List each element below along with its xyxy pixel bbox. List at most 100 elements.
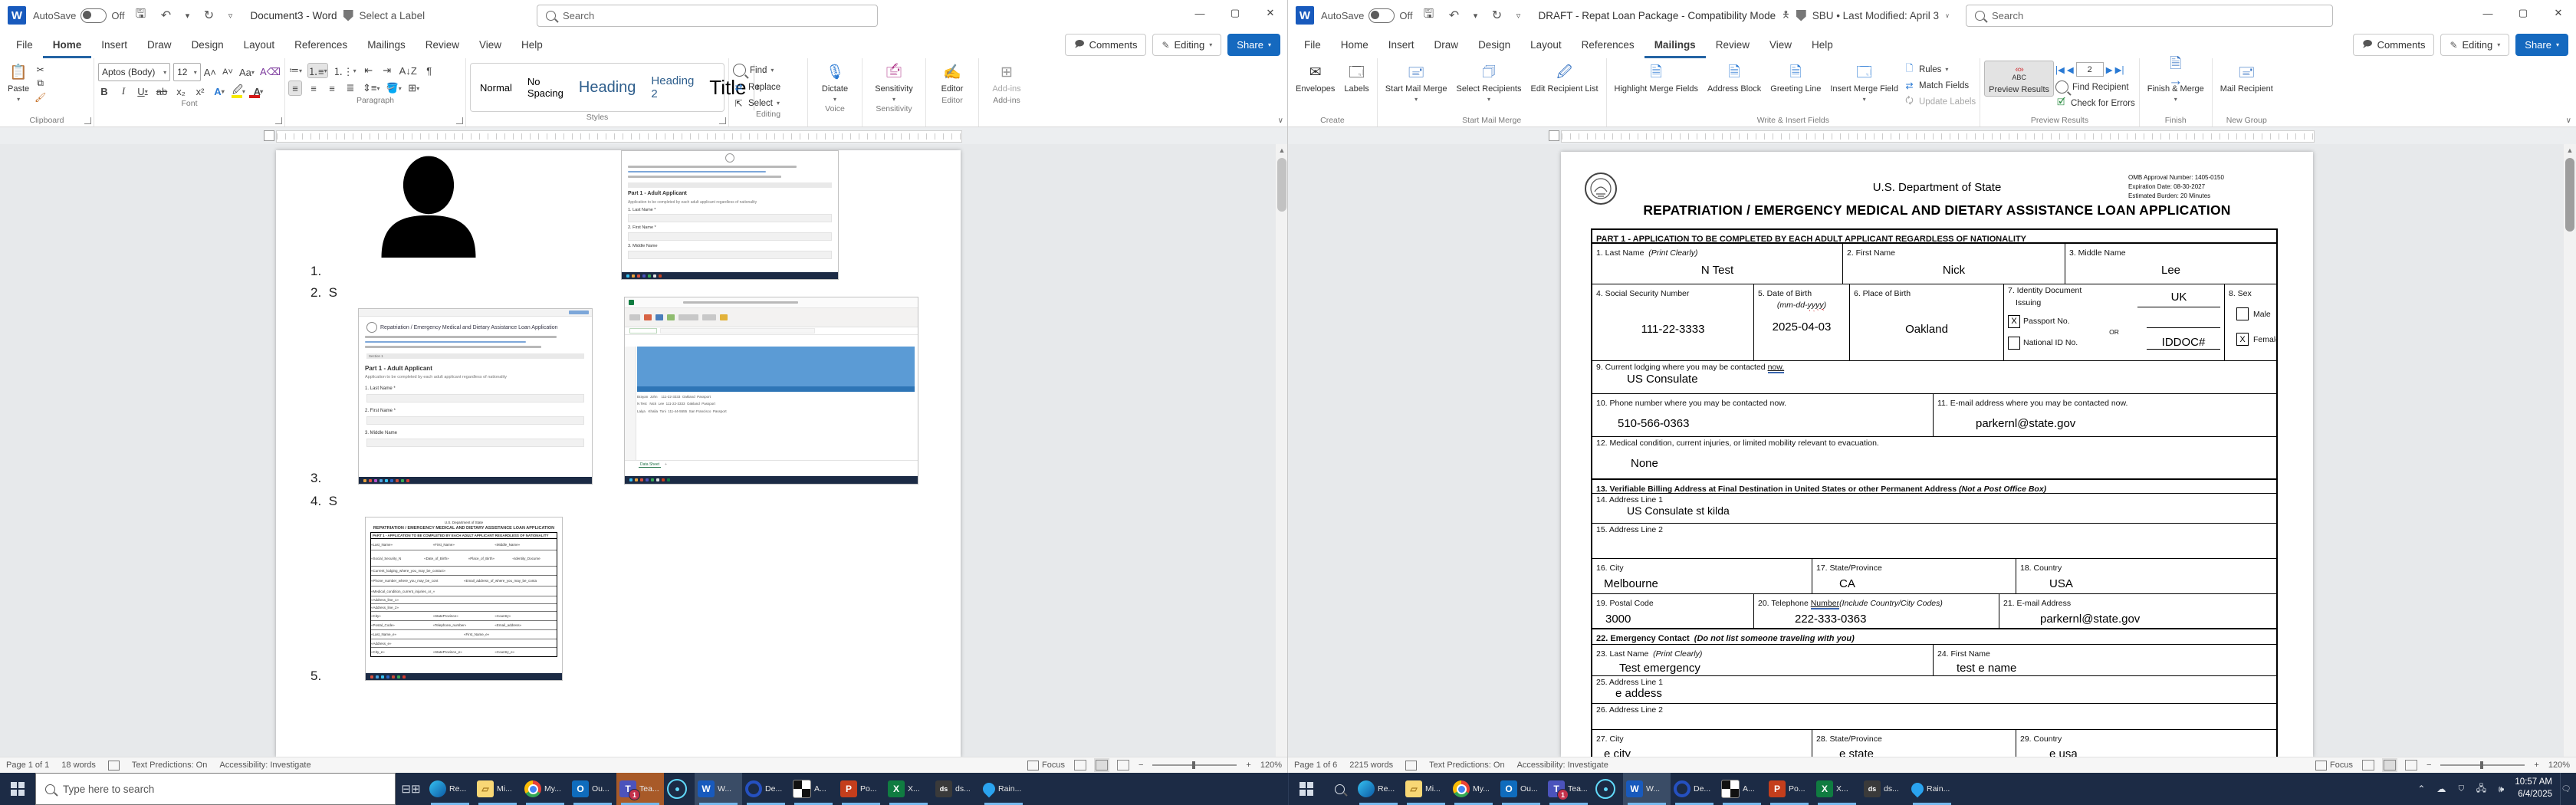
replace-button[interactable]: ⇄Replace — [733, 81, 803, 93]
tab-home[interactable]: Home — [43, 31, 92, 58]
match-fields-button[interactable]: ⇄Match Fields — [1904, 80, 1976, 91]
style-no-spacing[interactable]: No Spacing — [520, 74, 571, 100]
read-mode-icon[interactable] — [1074, 760, 1086, 770]
minimize-button[interactable]: — — [1182, 0, 1217, 26]
field-emergency-address2[interactable]: 26. Address Line 2 — [1592, 703, 2276, 729]
read-mode-icon[interactable] — [2362, 760, 2374, 770]
clear-formatting-icon[interactable]: A⌫ — [260, 65, 281, 79]
taskbar-outlook[interactable]: OOu... — [569, 773, 616, 805]
comments-button[interactable]: 🗩Comments — [1065, 34, 1146, 56]
task-view-icon[interactable]: ⊟⊞ — [396, 773, 426, 805]
redo-icon[interactable]: ↻ — [199, 8, 218, 23]
field-current-lodging[interactable]: 9. Current lodging where you may be cont… — [1592, 360, 2276, 393]
taskbar-powerpoint[interactable]: PPo... — [837, 773, 885, 805]
bullets-button[interactable]: ≔▾ — [289, 64, 302, 77]
dictate-button[interactable]: 🎙 Dictate▾ — [812, 61, 858, 104]
update-labels-button[interactable]: 🗘Update Labels — [1904, 96, 1976, 107]
style-normal[interactable]: Normal — [472, 80, 520, 95]
action-center-icon[interactable]: 🗨 — [2560, 773, 2571, 805]
taskbar-react[interactable] — [664, 773, 695, 805]
document-page[interactable]: Part 1 - Adult Applicant Application to … — [276, 150, 961, 757]
clipboard-dialog-launcher-icon[interactable] — [84, 117, 91, 124]
forms-screenshot-image[interactable]: Repatriation / Emergency Medical and Die… — [358, 308, 593, 485]
taskbar-excel[interactable]: XX... — [885, 773, 932, 805]
shrink-font-icon[interactable]: A˅ — [222, 65, 234, 79]
taskbar-ds-app[interactable]: dsds... — [932, 773, 980, 805]
horizontal-ruler[interactable] — [0, 127, 1288, 145]
editing-mode-button[interactable]: ✎Editing▾ — [1152, 34, 1221, 56]
tab-help[interactable]: Help — [1802, 31, 1843, 58]
record-number-input[interactable]: 2 — [2076, 62, 2104, 77]
styles-dialog-launcher-icon[interactable] — [719, 117, 726, 124]
line-spacing-button[interactable]: ⇕≡▾ — [363, 81, 380, 95]
scroll-up-icon[interactable]: ▲ — [1276, 144, 1288, 156]
word-count[interactable]: 18 words — [61, 761, 96, 770]
rules-button[interactable]: 🗋Rules▾ — [1904, 64, 1976, 75]
taskbar-edge[interactable]: Re... — [426, 773, 474, 805]
taskbar-teams-2[interactable]: T1Tea... — [1545, 773, 1592, 805]
tab-references[interactable]: References — [284, 31, 357, 58]
field-dob[interactable]: 5. Date of Birth (mm-dd-yyyy) 2025-04-03 — [1753, 284, 1849, 360]
taskbar-flag-app[interactable]: A... — [790, 773, 837, 805]
accessibility-status[interactable]: Accessibility: Investigate — [1517, 761, 1608, 770]
onedrive-cloud-icon[interactable]: ☁ — [2435, 784, 2447, 794]
start-button[interactable] — [0, 773, 35, 805]
taskbar-rainmeter-2[interactable]: Rain... — [1908, 773, 1956, 805]
accessibility-status[interactable]: Accessibility: Investigate — [219, 761, 310, 770]
tab-layout[interactable]: Layout — [234, 31, 285, 58]
font-size-select[interactable]: 12▾ — [173, 63, 201, 81]
align-center-button[interactable]: ≡ — [307, 81, 320, 95]
scrollbar-thumb[interactable] — [1277, 158, 1286, 212]
taskbar-react-2[interactable] — [1592, 773, 1623, 805]
taskbar-word-2[interactable]: WW... — [1623, 773, 1671, 805]
tab-mailings[interactable]: Mailings — [357, 31, 416, 58]
tab-design[interactable]: Design — [182, 31, 234, 58]
zoom-slider[interactable] — [1152, 764, 1237, 766]
first-record-icon[interactable]: |◀ — [2055, 64, 2065, 75]
text-predictions[interactable]: Text Predictions: On — [132, 761, 207, 770]
text-predictions[interactable]: Text Predictions: On — [1429, 761, 1504, 770]
address-block-button[interactable]: 🗎Address Block — [1704, 61, 1765, 95]
share-button[interactable]: Share▾ — [2515, 34, 2568, 56]
taskbar-word[interactable]: WW... — [695, 773, 742, 805]
taskbar-docker[interactable]: De... — [742, 773, 790, 805]
envelopes-button[interactable]: ✉Envelopes — [1292, 61, 1339, 95]
taskbar-docker-2[interactable]: De... — [1671, 773, 1718, 805]
field-last-name[interactable]: 1. Last Name (Print Clearly) N Test — [1592, 244, 1842, 284]
strikethrough-button[interactable]: ab — [156, 84, 168, 98]
previous-record-icon[interactable]: ◀ — [2067, 64, 2074, 75]
superscript-button[interactable]: x² — [194, 84, 206, 98]
horizontal-ruler[interactable] — [1288, 127, 2576, 145]
field-address1[interactable]: 14. Address Line 1 US Consulate st kilda — [1592, 494, 2276, 523]
autosave-toggle[interactable]: AutoSave Off — [1321, 8, 1412, 23]
autosave-toggle[interactable]: AutoSave Off — [33, 8, 124, 23]
tab-view[interactable]: View — [469, 31, 511, 58]
proofing-icon[interactable] — [1405, 761, 1417, 770]
select-label-button[interactable]: Select a Label — [360, 10, 426, 21]
focus-button[interactable]: Focus — [1027, 761, 1065, 770]
text-effects-icon[interactable]: A▾ — [213, 84, 225, 98]
minimize-button[interactable]: — — [2470, 0, 2505, 26]
subscript-button[interactable]: x₂ — [175, 84, 187, 98]
field-emergency-address1[interactable]: 25. Address Line 1 e addess — [1592, 675, 2276, 703]
font-name-select[interactable]: Aptos (Body)▾ — [98, 63, 170, 81]
greeting-line-button[interactable]: 🗎Greeting Line — [1766, 61, 1825, 95]
undo-icon[interactable]: ↶ — [1444, 8, 1463, 23]
proofing-icon[interactable] — [108, 761, 120, 770]
zoom-in-icon[interactable]: + — [2534, 761, 2538, 770]
taskbar-search-icon-2[interactable] — [1324, 773, 1355, 805]
tab-review[interactable]: Review — [1706, 31, 1760, 58]
last-record-icon[interactable]: ▶| — [2115, 64, 2124, 75]
font-dialog-launcher-icon[interactable] — [275, 117, 282, 124]
grow-font-icon[interactable]: A˄ — [204, 65, 216, 79]
numbering-button[interactable]: ⒈≡▾ — [308, 64, 327, 77]
borders-button[interactable]: ⊞▾ — [408, 81, 420, 95]
page-indicator[interactable]: Page 1 of 1 — [6, 761, 49, 770]
zoom-level[interactable]: 120% — [1260, 761, 1282, 770]
labels-button[interactable]: 🗔Labels — [1340, 61, 1372, 95]
tab-view[interactable]: View — [1760, 31, 1802, 58]
tab-layout[interactable]: Layout — [1520, 31, 1572, 58]
scroll-up-icon[interactable]: ▲ — [2564, 144, 2576, 156]
align-right-button[interactable]: ≡ — [326, 81, 338, 95]
start-button-2[interactable] — [1289, 773, 1324, 805]
